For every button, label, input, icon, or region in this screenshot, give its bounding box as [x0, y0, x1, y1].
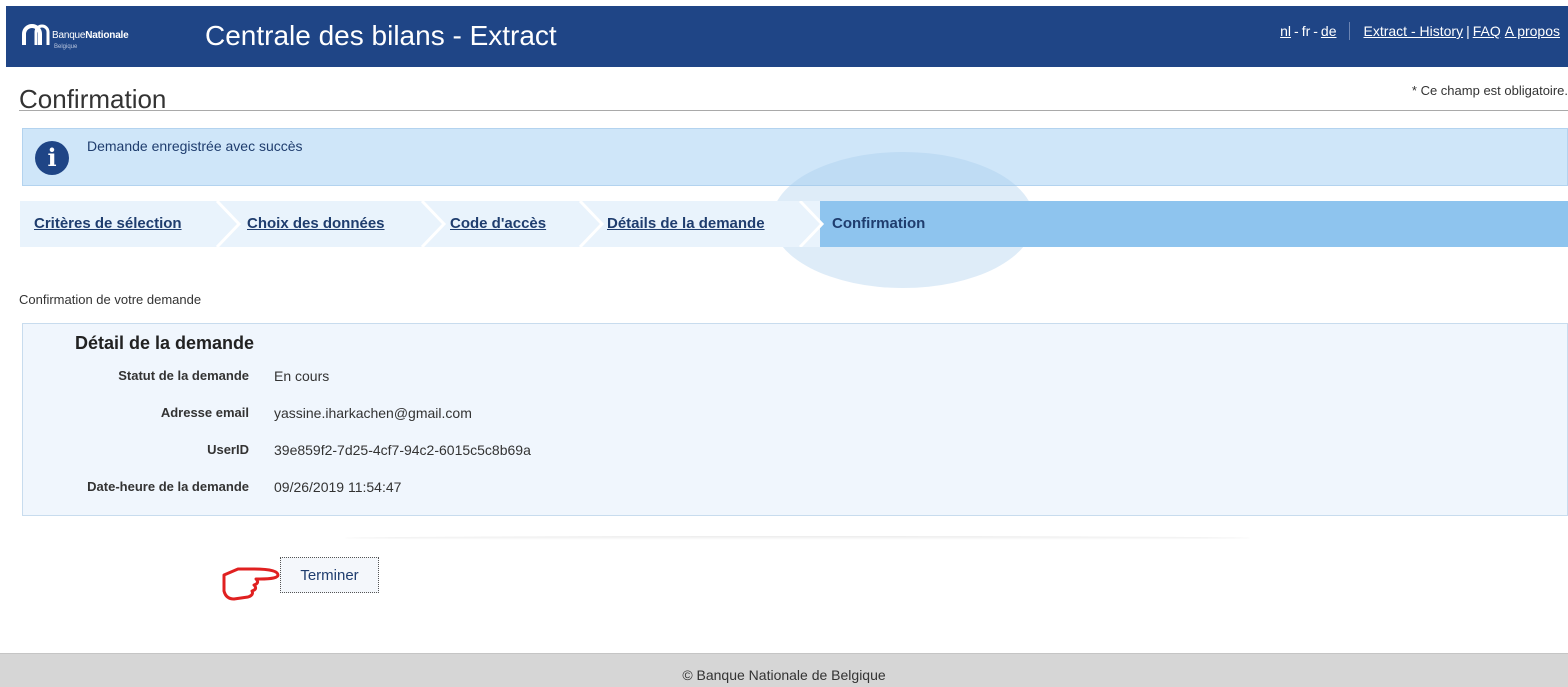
- lang-nl-link[interactable]: nl: [1280, 23, 1291, 39]
- app-title: Centrale des bilans - Extract: [205, 20, 557, 51]
- row-value: 39e859f2-7d25-4cf7-94c2-6015c5c8b69a: [274, 442, 531, 458]
- section-label: Confirmation de votre demande: [19, 292, 202, 307]
- info-icon: i: [35, 141, 69, 175]
- detail-row: Statut de la demande En cours: [23, 368, 1023, 388]
- row-value: 09/26/2019 11:54:47: [274, 479, 402, 495]
- header-links: nl - fr - de Extract - History | FAQ A p…: [1280, 22, 1560, 40]
- row-value: yassine.iharkachen@gmail.com: [274, 405, 472, 421]
- lang-separator: -: [1294, 23, 1299, 39]
- step-chevron-icon: [420, 201, 447, 247]
- detail-title: Détail de la demande: [75, 333, 255, 353]
- divider-shadow: [345, 536, 1250, 540]
- app-header: BanqueNationale Belgique Centrale des bi…: [6, 6, 1568, 67]
- header-divider: [1348, 22, 1350, 40]
- row-value: En cours: [274, 368, 330, 384]
- step-confirmation-active: Confirmation: [832, 215, 926, 232]
- row-label: UserID: [207, 442, 249, 457]
- wizard-steps: Critères de sélection Choix des données …: [20, 201, 1568, 247]
- logo-mark-icon: [22, 24, 50, 45]
- detail-row: Date-heure de la demande 09/26/2019 11:5…: [23, 479, 1023, 499]
- required-note: * Ce champ est obligatoire.: [1411, 83, 1568, 98]
- step-access-code[interactable]: Code d'accès: [450, 215, 546, 232]
- about-link[interactable]: A propos: [1505, 23, 1560, 39]
- logo-text: BanqueNationale: [52, 30, 129, 41]
- row-label: Statut de la demande: [118, 368, 249, 383]
- copyright-text: © Banque Nationale de Belgique: [682, 667, 886, 683]
- lang-fr-current: fr: [1301, 23, 1311, 39]
- footer: © Banque Nationale de Belgique: [0, 653, 1568, 687]
- pointing-hand-icon: [222, 567, 280, 601]
- detail-row: Adresse email yassine.iharkachen@gmail.c…: [23, 405, 1023, 425]
- row-label: Adresse email: [160, 405, 249, 420]
- request-detail-panel: Détail de la demande Statut de la demand…: [22, 323, 1568, 516]
- step-chevron-icon: [798, 201, 825, 247]
- active-step-background: [820, 201, 1568, 247]
- link-separator: |: [1466, 23, 1470, 39]
- lang-separator: -: [1313, 23, 1318, 39]
- step-data-choice[interactable]: Choix des données: [247, 215, 385, 232]
- logo-subtext: Belgique: [54, 44, 78, 50]
- row-label: Date-heure de la demande: [87, 479, 249, 494]
- step-request-details[interactable]: Détails de la demande: [607, 215, 765, 232]
- history-link[interactable]: Extract - History: [1364, 23, 1464, 39]
- step-chevron-icon: [578, 201, 605, 247]
- lang-de-link[interactable]: de: [1321, 23, 1337, 39]
- step-chevron-icon: [215, 201, 242, 247]
- success-message: Demande enregistrée avec succès: [87, 138, 303, 154]
- bank-logo[interactable]: BanqueNationale Belgique: [20, 20, 160, 60]
- finish-button[interactable]: Terminer: [280, 557, 379, 593]
- faq-link[interactable]: FAQ: [1473, 23, 1501, 39]
- step-selection-criteria[interactable]: Critères de sélection: [34, 215, 182, 232]
- title-divider: [19, 110, 1568, 111]
- detail-row: UserID 39e859f2-7d25-4cf7-94c2-6015c5c8b…: [23, 442, 1023, 462]
- success-message-box: i Demande enregistrée avec succès: [22, 128, 1568, 186]
